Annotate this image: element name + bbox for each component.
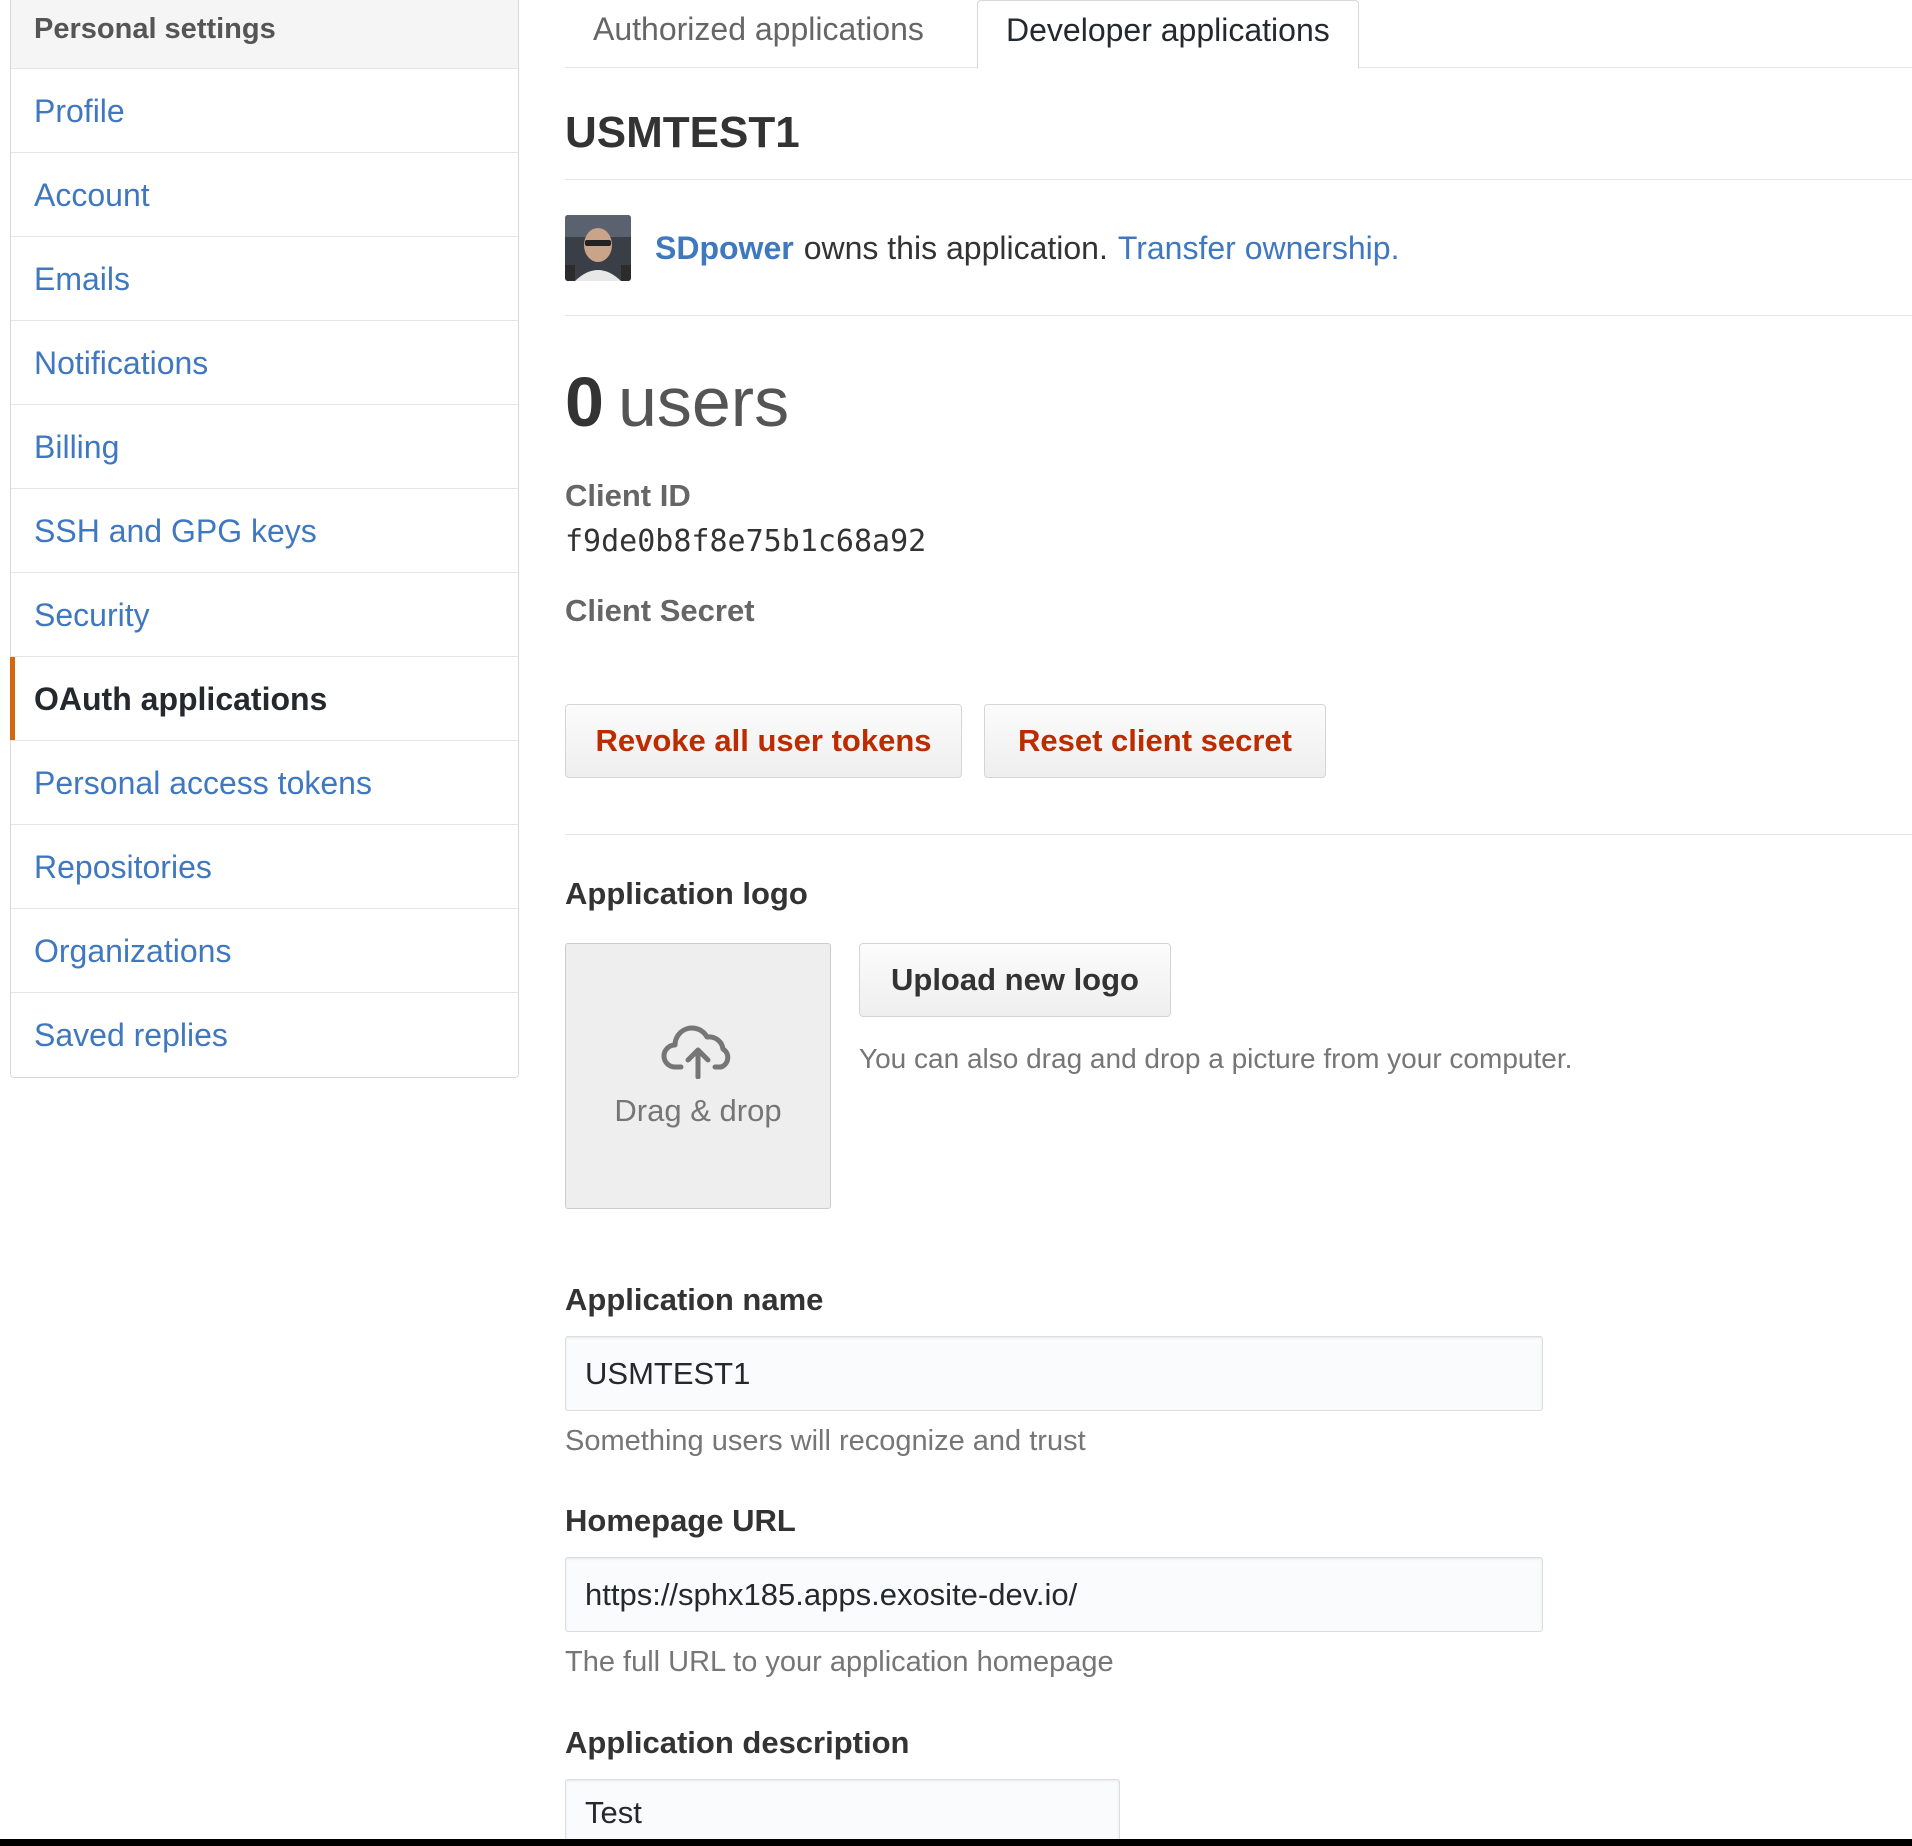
sidebar-item-ssh-gpg-keys[interactable]: SSH and GPG keys — [11, 489, 518, 573]
sidebar-item-profile[interactable]: Profile — [11, 69, 518, 153]
sidebar-item-security[interactable]: Security — [11, 573, 518, 657]
homepage-url-hint: The full URL to your application homepag… — [565, 1646, 1114, 1678]
sidebar-heading: Personal settings — [11, 0, 518, 69]
page-title: USMTEST1 — [565, 108, 800, 157]
tab-developer-applications[interactable]: Developer applications — [977, 0, 1359, 69]
owner-text: owns this application. — [803, 229, 1108, 266]
application-name-hint: Something users will recognize and trust — [565, 1425, 1086, 1457]
sidebar-item-personal-access-tokens[interactable]: Personal access tokens — [11, 741, 518, 825]
avatar-photo — [565, 215, 631, 281]
tab-authorized-applications[interactable]: Authorized applications — [565, 0, 952, 68]
homepage-url-label: Homepage URL — [565, 1503, 796, 1538]
tab-bar: Authorized applications Developer applic… — [565, 0, 1912, 69]
window-bottom-edge — [0, 1839, 1912, 1846]
upload-new-logo-button[interactable]: Upload new logo — [859, 943, 1171, 1017]
settings-sidebar: Personal settings Profile Account Emails… — [10, 0, 519, 1078]
users-count-label: users — [617, 363, 790, 441]
client-id-label: Client ID — [565, 478, 691, 513]
avatar[interactable] — [565, 215, 631, 281]
application-description-label: Application description — [565, 1725, 910, 1760]
reset-client-secret-button[interactable]: Reset client secret — [984, 704, 1326, 778]
dropzone-text: Drag & drop — [614, 1093, 782, 1128]
application-name-input[interactable]: USMTEST1 — [565, 1336, 1543, 1411]
divider — [565, 834, 1912, 835]
users-count: 0 users — [565, 357, 789, 447]
owner-link[interactable]: SDpower — [655, 230, 794, 267]
divider — [565, 179, 1912, 180]
homepage-url-input[interactable]: https://sphx185.apps.exosite-dev.io/ — [565, 1557, 1543, 1632]
sidebar-item-repositories[interactable]: Repositories — [11, 825, 518, 909]
application-logo-label: Application logo — [565, 876, 808, 911]
sidebar-item-emails[interactable]: Emails — [11, 237, 518, 321]
sidebar-item-saved-replies[interactable]: Saved replies — [11, 993, 518, 1077]
logo-dropzone[interactable]: Drag & drop — [565, 943, 831, 1209]
sidebar-item-account[interactable]: Account — [11, 153, 518, 237]
revoke-all-tokens-button[interactable]: Revoke all user tokens — [565, 704, 962, 778]
divider — [565, 315, 1912, 316]
logo-hint: You can also drag and drop a picture fro… — [859, 1043, 1573, 1074]
users-count-number: 0 — [565, 363, 604, 441]
ownership-row: SDpower owns this application. Transfer … — [565, 215, 1399, 281]
sidebar-item-billing[interactable]: Billing — [11, 405, 518, 489]
sidebar-item-oauth-applications[interactable]: OAuth applications — [10, 657, 518, 741]
client-id-value: f9de0b8f8e75b1c68a92 — [565, 524, 927, 559]
main-content: Authorized applications Developer applic… — [565, 0, 1912, 1846]
application-description-input[interactable]: Test — [565, 1779, 1120, 1846]
cloud-upload-icon — [661, 1025, 731, 1079]
client-secret-label: Client Secret — [565, 593, 755, 628]
sidebar-item-notifications[interactable]: Notifications — [11, 321, 518, 405]
application-name-label: Application name — [565, 1282, 824, 1317]
sidebar-item-organizations[interactable]: Organizations — [11, 909, 518, 993]
transfer-ownership-link[interactable]: Transfer ownership. — [1118, 230, 1400, 267]
